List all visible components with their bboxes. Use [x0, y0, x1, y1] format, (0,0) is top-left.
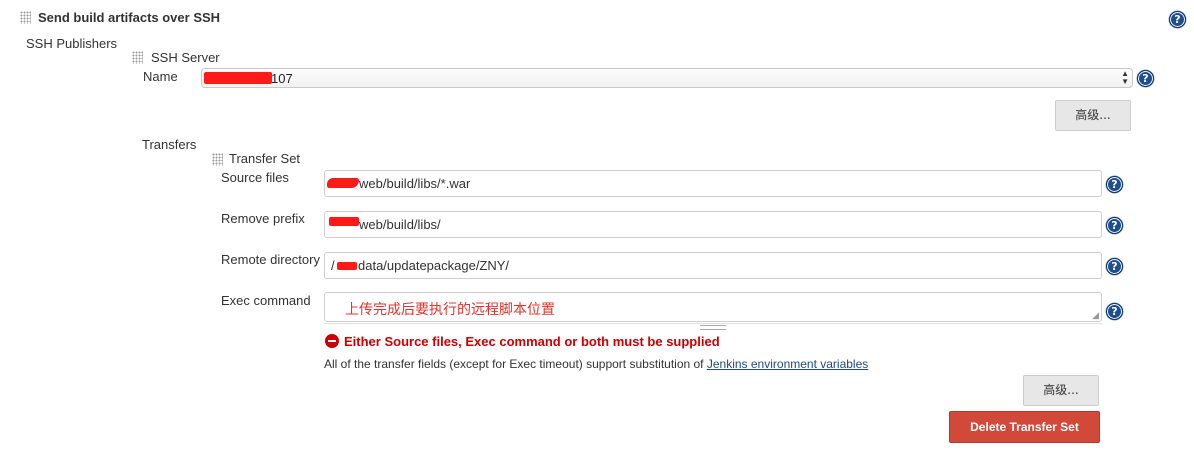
help-icon-exec-command[interactable]: ?	[1106, 303, 1123, 320]
info-text-body: All of the transfer fields (except for E…	[324, 357, 704, 371]
ssh-server-select-value: 107	[271, 71, 293, 86]
redaction-mark	[337, 262, 357, 270]
remote-directory-label: Remote directory	[221, 252, 320, 267]
remote-directory-input[interactable]: / data/updatepackage/ZNY/	[324, 252, 1102, 279]
help-icon-source-files[interactable]: ?	[1106, 176, 1123, 193]
remote-directory-value: data/updatepackage/ZNY/	[358, 258, 510, 273]
help-icon-remote-directory[interactable]: ?	[1106, 258, 1123, 275]
drag-handle-icon[interactable]	[20, 11, 31, 24]
info-text: All of the transfer fields (except for E…	[324, 357, 868, 371]
delete-transfer-set-button[interactable]: Delete Transfer Set	[949, 411, 1100, 443]
select-arrows-icon: ▲ ▼	[1121, 69, 1129, 86]
source-files-input[interactable]: web/build/libs/*.war	[324, 170, 1102, 197]
remote-directory-prefix: /	[331, 258, 335, 273]
exec-command-textarea[interactable]: 上传完成后要执行的远程脚本位置 ◢	[324, 292, 1102, 322]
section-title: Send build artifacts over SSH	[38, 10, 221, 25]
source-files-label: Source files	[221, 170, 289, 185]
redaction-mark	[204, 72, 272, 84]
redaction-mark	[329, 217, 359, 226]
transfer-set-heading: Transfer Set	[229, 151, 301, 166]
resize-grip-icon[interactable]: ◢	[1092, 311, 1099, 320]
drag-handle-icon[interactable]	[212, 153, 223, 166]
source-files-value: web/build/libs/*.war	[359, 176, 471, 191]
ssh-server-advanced-button[interactable]: 高级...	[1055, 100, 1131, 131]
error-message: Either Source files, Exec command or bot…	[344, 334, 720, 349]
textarea-expander[interactable]	[324, 323, 1102, 330]
drag-handle-icon[interactable]	[132, 51, 143, 64]
ssh-server-heading: SSH Server	[151, 50, 220, 65]
ssh-server-select[interactable]: 107 ▲ ▼	[201, 68, 1133, 88]
remove-prefix-value: web/build/libs/	[359, 217, 441, 232]
error-icon	[325, 334, 339, 348]
redaction-mark	[327, 178, 359, 188]
transfer-advanced-button[interactable]: 高级...	[1023, 375, 1099, 406]
transfers-label: Transfers	[142, 137, 197, 152]
exec-command-label: Exec command	[221, 293, 311, 308]
ssh-publishers-label: SSH Publishers	[26, 36, 118, 51]
remove-prefix-label: Remove prefix	[221, 211, 305, 226]
expander-handle-icon	[700, 325, 726, 330]
exec-command-annotation: 上传完成后要执行的远程脚本位置	[345, 302, 555, 318]
help-icon-remove-prefix[interactable]: ?	[1106, 217, 1123, 234]
name-label: Name	[143, 69, 178, 84]
help-icon-section[interactable]: ?	[1169, 11, 1186, 28]
remove-prefix-input[interactable]: web/build/libs/	[324, 211, 1102, 238]
help-icon-name[interactable]: ?	[1137, 70, 1154, 87]
jenkins-env-vars-link[interactable]: Jenkins environment variables	[707, 357, 868, 371]
